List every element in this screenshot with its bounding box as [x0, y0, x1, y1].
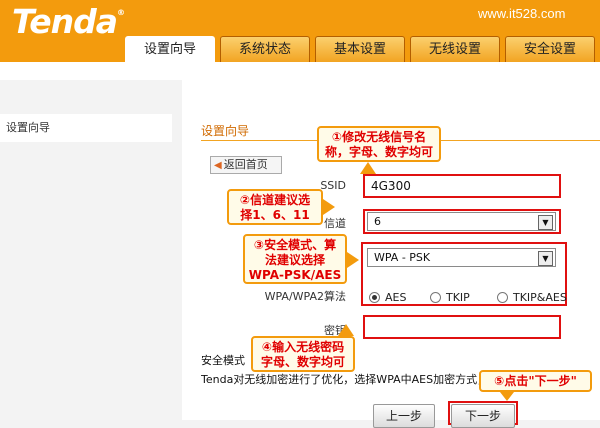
arrow-right-icon: [347, 252, 359, 268]
encryption-note: Tenda对无线加密进行了优化，选择WPA中AES加密方式，: [201, 373, 489, 386]
radio-aes-dot: [369, 292, 380, 303]
callout-security-line2: 法建议选择: [264, 253, 325, 267]
callout-ssid-line2: 称，字母、数字均可: [324, 145, 433, 159]
home-button[interactable]: ◀ 返回首页: [210, 156, 282, 174]
next-button[interactable]: 下一步: [451, 404, 515, 428]
radio-tkip[interactable]: TKIP: [430, 287, 470, 306]
callout-channel-line2: 择1、6、11: [240, 208, 310, 222]
security-mode-value: WPA - PSK: [374, 251, 431, 264]
tab-security-settings[interactable]: 安全设置: [505, 36, 595, 62]
radio-aes-label: AES: [385, 291, 407, 304]
tab-wireless-settings[interactable]: 无线设置: [410, 36, 500, 62]
tab-basic-settings[interactable]: 基本设置: [315, 36, 405, 62]
wpa2-algorithm-label: WPA/WPA2算法: [264, 290, 346, 303]
radio-tkip-label: TKIP: [446, 291, 470, 304]
channel-select-value: 6: [374, 215, 381, 228]
arrow-up-icon: [360, 162, 376, 174]
arrow-down-icon: [500, 392, 514, 401]
arrow-up-icon: [338, 324, 354, 336]
callout-ssid: ①修改无线信号名 称，字母、数字均可: [317, 126, 441, 162]
radio-aes[interactable]: AES: [369, 287, 406, 306]
home-button-label: 返回首页: [223, 158, 268, 171]
radio-tkip-aes[interactable]: TKIP&AES: [497, 287, 567, 306]
callout-next: ⑤点击"下一步": [479, 370, 592, 392]
chevron-down-icon: ▼: [538, 251, 553, 266]
security-mode-select[interactable]: WPA - PSK ▼: [367, 248, 556, 267]
channel-select[interactable]: 6 ▼: [367, 212, 556, 231]
sub-bar: [0, 62, 600, 80]
arrow-right-icon: [323, 199, 335, 215]
page-title: 设置向导: [201, 124, 250, 138]
callout-ssid-line1: ①修改无线信号名: [331, 130, 427, 144]
callout-security-line3: WPA-PSK/AES: [248, 268, 342, 282]
callout-key-line2: 字母、数字均可: [260, 355, 345, 369]
security-mode-heading: 安全模式: [201, 354, 245, 367]
watermark-text: www.it528.com: [478, 6, 566, 21]
ssid-input[interactable]: 4G300: [363, 174, 561, 198]
tab-setup-wizard[interactable]: 设置向导: [125, 36, 215, 63]
radio-tkip-dot: [430, 292, 441, 303]
callout-key-line1: ④输入无线密码: [261, 340, 345, 354]
prev-button[interactable]: 上一步: [373, 404, 435, 428]
callout-channel-line1: ②信道建议选: [239, 193, 311, 207]
chevron-down-icon: ▼: [538, 215, 553, 230]
home-arrow-icon: ◀: [214, 160, 222, 171]
callout-security-line1: ③安全模式、算: [253, 238, 337, 252]
radio-tkip-aes-dot: [497, 292, 508, 303]
sidebar-item-setup-wizard[interactable]: 设置向导: [0, 114, 172, 142]
key-input[interactable]: [363, 315, 561, 339]
callout-security: ③安全模式、算 法建议选择 WPA-PSK/AES: [243, 234, 347, 284]
callout-channel: ②信道建议选 择1、6、11: [227, 189, 323, 225]
callout-key: ④输入无线密码 字母、数字均可: [251, 336, 355, 372]
tab-system-status[interactable]: 系统状态: [220, 36, 310, 62]
radio-tkip-aes-label: TKIP&AES: [513, 291, 567, 304]
tenda-logo: Tenda®: [12, 2, 125, 41]
